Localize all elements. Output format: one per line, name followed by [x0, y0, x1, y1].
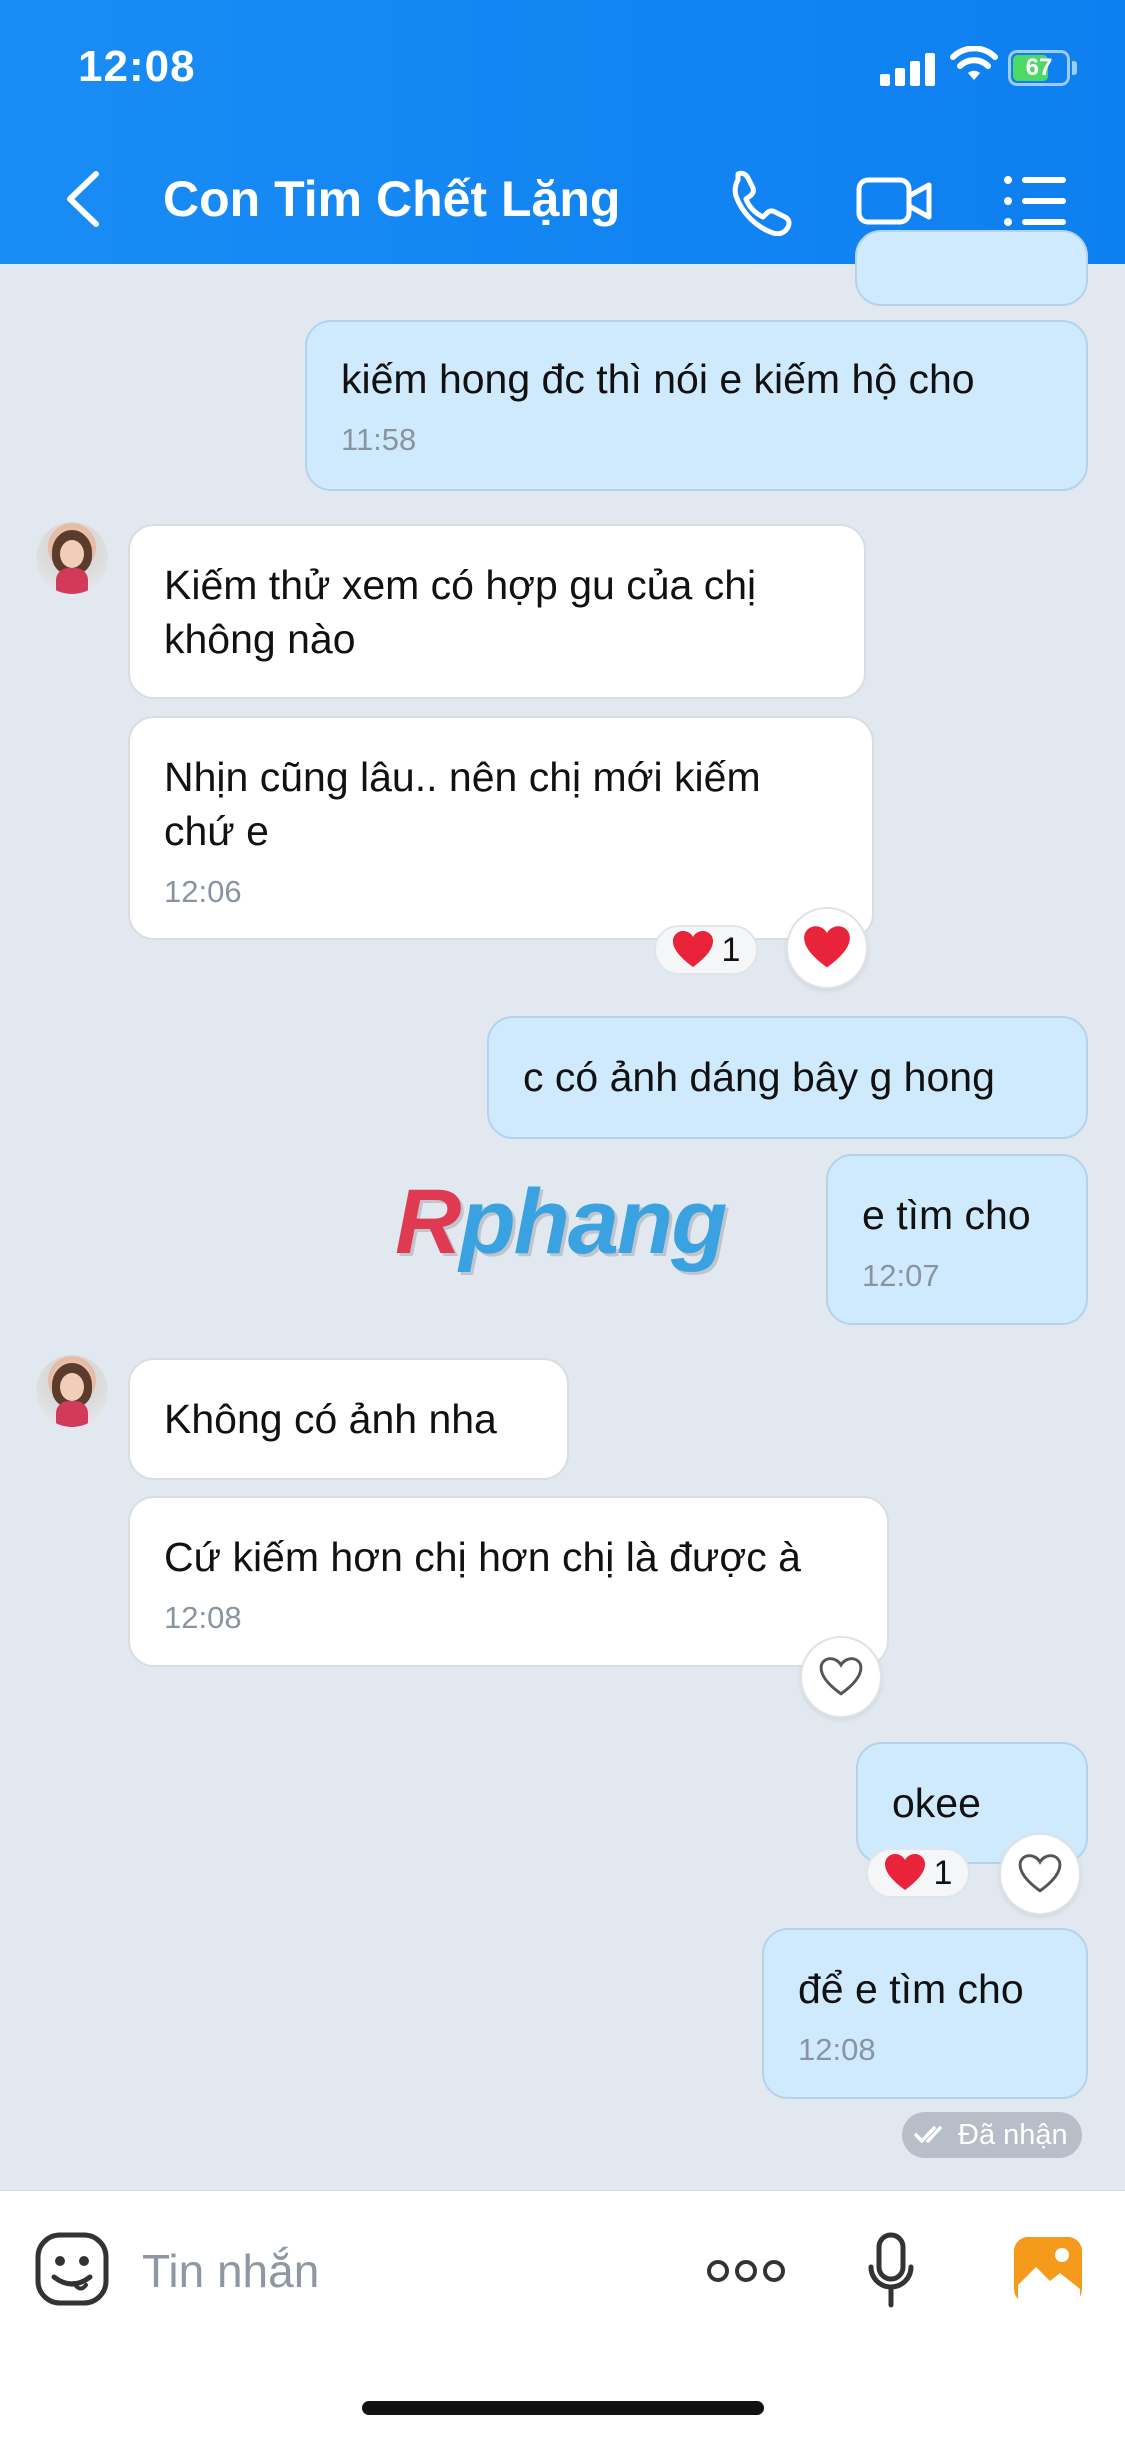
delivery-status-badge: Đã nhận [902, 2112, 1082, 2158]
sticker-emoji-icon[interactable] [34, 2231, 110, 2307]
battery-icon: 67 [1008, 50, 1070, 86]
message-text: kiếm hong đc thì nói e kiếm hộ cho [341, 356, 975, 402]
cellular-signal-icon [880, 52, 936, 86]
message-time: 12:08 [164, 1600, 242, 1635]
battery-nub [1072, 61, 1077, 75]
image-gallery-icon[interactable] [1012, 2235, 1084, 2305]
menu-list-icon[interactable] [1000, 166, 1070, 236]
previous-message-bubble[interactable] [855, 230, 1088, 306]
wifi-icon [950, 46, 998, 80]
home-indicator[interactable] [362, 2401, 764, 2415]
message-bubble-outgoing[interactable]: kiếm hong đc thì nói e kiếm hộ cho 11:58 [305, 320, 1088, 491]
phone-icon[interactable] [722, 166, 792, 236]
message-text: để e tìm cho [798, 1966, 1024, 2012]
watermark-logo: Rphang [395, 1171, 727, 1273]
delivery-status-text: Đã nhận [958, 2118, 1068, 2151]
heart-outline-icon [1018, 1854, 1062, 1893]
message-bubble-outgoing[interactable]: e tìm cho 12:07 [826, 1154, 1088, 1325]
react-button[interactable] [786, 907, 868, 989]
battery-percent: 67 [1025, 54, 1053, 81]
react-button[interactable] [999, 1833, 1081, 1915]
message-time: 12:07 [862, 1258, 940, 1293]
heart-outline-icon [819, 1657, 863, 1696]
message-bubble-incoming[interactable]: Cứ kiếm hơn chị hơn chị là được à 12:08 [128, 1496, 889, 1667]
message-input[interactable] [140, 2235, 664, 2307]
reaction-count: 1 [933, 1853, 953, 1892]
reaction-count: 1 [721, 930, 741, 969]
heart-icon [672, 931, 713, 967]
message-composer [0, 2190, 1125, 2437]
message-text: e tìm cho [862, 1192, 1031, 1238]
microphone-icon[interactable] [866, 2231, 916, 2311]
more-options-icon[interactable] [706, 2253, 786, 2289]
message-text: Kiếm thử xem có hợp gu của chị không nào [164, 562, 757, 662]
message-text: Không có ảnh nha [164, 1396, 497, 1442]
message-text: Nhịn cũng lâu.. nên chị mới kiếm chứ e [164, 754, 761, 854]
message-bubble-outgoing[interactable]: để e tìm cho 12:08 [762, 1928, 1088, 2099]
back-icon[interactable] [56, 166, 116, 232]
message-time: 11:58 [341, 422, 417, 457]
react-button[interactable] [800, 1636, 882, 1718]
heart-icon [884, 1854, 925, 1890]
reaction-count-pill[interactable]: 1 [866, 1848, 970, 1898]
message-text: okee [892, 1780, 981, 1826]
video-icon[interactable] [856, 166, 934, 236]
message-text: c có ảnh dáng bây g hong [523, 1054, 995, 1100]
message-bubble-outgoing[interactable]: c có ảnh dáng bây g hong [487, 1016, 1088, 1139]
heart-icon [804, 926, 850, 968]
message-time: 12:06 [164, 874, 242, 909]
message-bubble-incoming[interactable]: Không có ảnh nha [128, 1358, 569, 1480]
message-time: 12:08 [798, 2032, 876, 2067]
double-check-icon [914, 2126, 942, 2143]
status-time: 12:08 [78, 42, 196, 91]
contact-avatar[interactable] [36, 1355, 108, 1427]
contact-avatar[interactable] [36, 522, 108, 594]
message-text: Cứ kiếm hơn chị hơn chị là được à [164, 1534, 801, 1580]
reaction-count-pill[interactable]: 1 [654, 925, 758, 975]
message-bubble-incoming[interactable]: Kiếm thử xem có hợp gu của chị không nào [128, 524, 866, 699]
message-bubble-incoming[interactable]: Nhịn cũng lâu.. nên chị mới kiếm chứ e 1… [128, 716, 874, 940]
chat-header: 12:08 67 Con Tim Chết Lặng [0, 0, 1125, 264]
chat-title[interactable]: Con Tim Chết Lặng [163, 170, 620, 228]
